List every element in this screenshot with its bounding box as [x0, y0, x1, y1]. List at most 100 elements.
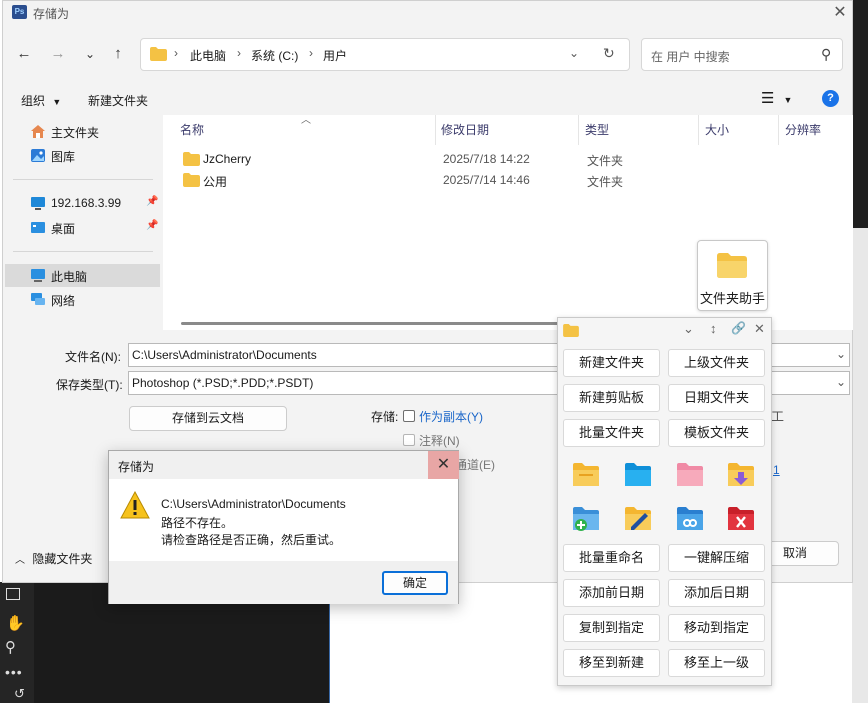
- address-bar[interactable]: › 此电脑 › 系统 (C:) › 用户 ⌄ ↻: [140, 38, 630, 71]
- search-icon: ⚲: [821, 46, 832, 62]
- column-size[interactable]: 大小: [705, 121, 729, 138]
- link-icon[interactable]: 🔗: [731, 321, 746, 335]
- resize-vertical-icon[interactable]: ↕: [710, 321, 717, 336]
- sort-arrow-icon: ︿: [301, 115, 311, 126]
- zoom-tool-icon[interactable]: ⚲: [5, 638, 16, 656]
- desktop-icon: [31, 222, 45, 233]
- options-partial-number: 1: [773, 463, 780, 477]
- blue-folder-icon[interactable]: [623, 459, 653, 489]
- chevron-right-icon: ›: [237, 46, 241, 60]
- filename-label: 文件名(N):: [65, 350, 121, 364]
- helper-batch-folder-button[interactable]: 批量文件夹: [563, 419, 660, 447]
- ok-button[interactable]: 确定: [382, 571, 448, 595]
- nav-item-gallery[interactable]: 图库: [5, 144, 160, 167]
- close-icon[interactable]: ✕: [829, 2, 851, 24]
- navigation-pane: 主文件夹 图库 192.168.3.99 📌 桌面 📌 此电脑 网络: [3, 115, 161, 330]
- search-input[interactable]: 在 用户 中搜索 ⚲: [641, 38, 843, 71]
- forward-button[interactable]: →: [45, 41, 71, 67]
- nav-label: 主文件夹: [51, 126, 100, 140]
- as-copy-checkbox[interactable]: [403, 410, 415, 422]
- chevron-down-icon[interactable]: ⌄: [683, 321, 694, 337]
- helper-move-up-button[interactable]: 移至上一级: [668, 649, 765, 677]
- column-type[interactable]: 类型: [585, 121, 609, 138]
- file-name: JzCherry: [203, 152, 252, 166]
- more-tools-icon[interactable]: •••: [5, 664, 23, 680]
- folder-helper-panel: ⌄ ↕ 🔗 ✕ 新建文件夹 上级文件夹 新建剪贴板 日期文件夹 批量文件夹 模板…: [557, 317, 772, 686]
- helper-parent-folder-button[interactable]: 上级文件夹: [668, 349, 765, 377]
- breadcrumb-users[interactable]: 用户: [323, 47, 347, 64]
- chevron-down-icon[interactable]: ⌄: [836, 347, 846, 361]
- save-to-cloud-button[interactable]: 存储到云文档: [129, 406, 287, 431]
- nav-item-desktop[interactable]: 桌面 📌: [5, 216, 160, 239]
- folder-delete-icon[interactable]: [726, 503, 756, 533]
- back-button[interactable]: ←: [11, 41, 37, 67]
- organize-label: 组织: [21, 94, 46, 108]
- nav-label: 此电脑: [51, 270, 88, 284]
- nav-item-network-share[interactable]: 192.168.3.99 📌: [5, 192, 160, 215]
- chevron-down-icon[interactable]: ⌄: [836, 375, 846, 389]
- gallery-icon: [31, 149, 45, 162]
- close-icon[interactable]: ✕: [754, 321, 765, 337]
- view-options-icon[interactable]: ☰ ▼: [761, 89, 792, 107]
- folder-icon: [183, 173, 200, 187]
- folder-edit-icon[interactable]: [623, 503, 653, 533]
- notes-label[interactable]: 注释(N): [419, 432, 460, 449]
- file-name: 公用: [203, 175, 228, 189]
- column-name[interactable]: 名称: [180, 121, 204, 138]
- helper-move-to-new-button[interactable]: 移至到新建: [563, 649, 660, 677]
- helper-add-prefix-date-button[interactable]: 添加前日期: [563, 579, 660, 607]
- rect-tool-icon[interactable]: [6, 588, 20, 600]
- notes-checkbox[interactable]: [403, 434, 415, 446]
- helper-copy-to-button[interactable]: 复制到指定: [563, 614, 660, 642]
- pink-folder-icon[interactable]: [675, 459, 705, 489]
- swap-colors-icon[interactable]: ↺: [14, 686, 25, 702]
- table-row[interactable]: 公用 2025/7/14 14:46 文件夹: [181, 170, 661, 191]
- channels-label[interactable]: 通道(E): [455, 456, 495, 473]
- folder-icon: [563, 324, 579, 337]
- helper-unzip-button[interactable]: 一键解压缩: [668, 544, 765, 572]
- as-copy-label[interactable]: 作为副本(Y): [419, 408, 483, 425]
- table-row[interactable]: JzCherry 2025/7/18 14:22 文件夹: [181, 149, 661, 170]
- help-icon[interactable]: ?: [822, 90, 839, 107]
- helper-move-to-button[interactable]: 移动到指定: [668, 614, 765, 642]
- error-dialog: 存储为 ✕ C:\Users\Administrator\Documents 路…: [108, 450, 459, 604]
- warning-icon: [120, 491, 150, 519]
- pin-icon[interactable]: 📌: [146, 220, 158, 231]
- helper-add-suffix-date-button[interactable]: 添加后日期: [668, 579, 765, 607]
- hide-folders-label: 隐藏文件夹: [32, 552, 93, 566]
- hide-folders-toggle[interactable]: ︿ 隐藏文件夹: [15, 550, 92, 567]
- column-date[interactable]: 修改日期: [441, 121, 489, 138]
- helper-new-folder-button[interactable]: 新建文件夹: [563, 349, 660, 377]
- helper-date-folder-button[interactable]: 日期文件夹: [668, 384, 765, 412]
- filetype-label: 保存类型(T):: [56, 378, 123, 392]
- breadcrumb-pc[interactable]: 此电脑: [190, 47, 226, 64]
- helper-batch-rename-button[interactable]: 批量重命名: [563, 544, 660, 572]
- refresh-icon[interactable]: ↻: [603, 45, 615, 62]
- helper-template-folder-button[interactable]: 模板文件夹: [668, 419, 765, 447]
- file-date: 2025/7/18 14:22: [443, 152, 530, 166]
- organize-menu[interactable]: 组织 ▼: [21, 92, 61, 109]
- recent-dropdown-icon[interactable]: ⌄: [77, 41, 103, 67]
- breadcrumb-drive[interactable]: 系统 (C:): [251, 47, 298, 64]
- close-icon[interactable]: ✕: [428, 451, 459, 479]
- chevron-up-icon: ︿: [15, 555, 25, 566]
- folder-helper-tile[interactable]: 文件夹助手: [697, 240, 768, 311]
- column-resolution[interactable]: 分辨率: [785, 121, 821, 138]
- new-folder-button[interactable]: 新建文件夹: [88, 92, 148, 109]
- up-button[interactable]: ↑: [105, 41, 131, 67]
- hand-tool-icon[interactable]: ✋: [6, 614, 25, 632]
- helper-new-clipboard-button[interactable]: 新建剪贴板: [563, 384, 660, 412]
- folder-download-icon[interactable]: [726, 459, 756, 489]
- nav-item-network[interactable]: 网络: [5, 288, 160, 311]
- nav-item-this-pc[interactable]: 此电脑: [5, 264, 160, 287]
- file-date: 2025/7/14 14:46: [443, 173, 530, 187]
- folder-link-icon[interactable]: [675, 503, 705, 533]
- yellow-folder-icon[interactable]: [571, 459, 601, 489]
- horizontal-scrollbar[interactable]: [181, 322, 581, 325]
- nav-item-home[interactable]: 主文件夹: [5, 120, 160, 143]
- pin-icon[interactable]: 📌: [146, 196, 158, 207]
- monitor-icon: [31, 197, 45, 210]
- folder-add-icon[interactable]: [571, 503, 601, 533]
- nav-label: 桌面: [51, 222, 76, 236]
- chevron-down-icon[interactable]: ⌄: [569, 46, 579, 60]
